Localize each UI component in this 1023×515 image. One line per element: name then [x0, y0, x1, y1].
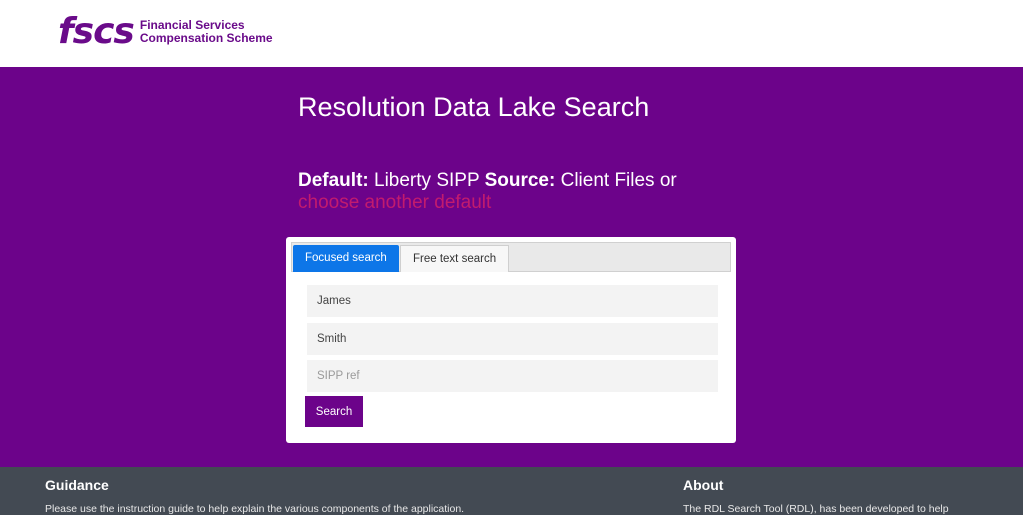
logo-mark: fscs: [58, 11, 135, 52]
last-name-input[interactable]: [307, 323, 718, 355]
default-value: Liberty SIPP: [368, 170, 485, 191]
guidance-text: Please use the instruction guide to help…: [45, 503, 465, 515]
choose-default-link[interactable]: choose another default: [298, 192, 738, 214]
sipp-ref-input[interactable]: [307, 360, 718, 392]
source-label: Source:: [484, 170, 556, 191]
guidance-heading: Guidance: [45, 477, 109, 493]
search-card: Focused search Free text search Search: [286, 237, 736, 443]
tab-focused-search[interactable]: Focused search: [293, 245, 399, 272]
first-name-input[interactable]: [307, 285, 718, 317]
site-footer: Guidance Please use the instruction guid…: [0, 467, 1023, 515]
default-source-line: Default: Liberty SIPP Source: Client Fil…: [298, 170, 738, 214]
tab-free-text-search[interactable]: Free text search: [400, 245, 510, 272]
hero-section: Resolution Data Lake Search Default: Lib…: [0, 67, 1023, 467]
fscs-logo[interactable]: fscs Financial Services Compensation Sch…: [58, 12, 273, 52]
search-tabs: Focused search Free text search: [291, 242, 731, 272]
logo-line-2: Compensation Scheme: [139, 31, 273, 45]
about-heading: About: [683, 477, 724, 493]
source-value: Client Files or: [555, 170, 677, 191]
site-header: fscs Financial Services Compensation Sch…: [0, 0, 1023, 67]
about-text: The RDL Search Tool (RDL), has been deve…: [683, 503, 949, 515]
default-label: Default:: [298, 170, 369, 191]
logo-text: Financial Services Compensation Scheme: [140, 19, 273, 45]
search-button[interactable]: Search: [305, 396, 363, 427]
page-title: Resolution Data Lake Search: [298, 92, 650, 122]
